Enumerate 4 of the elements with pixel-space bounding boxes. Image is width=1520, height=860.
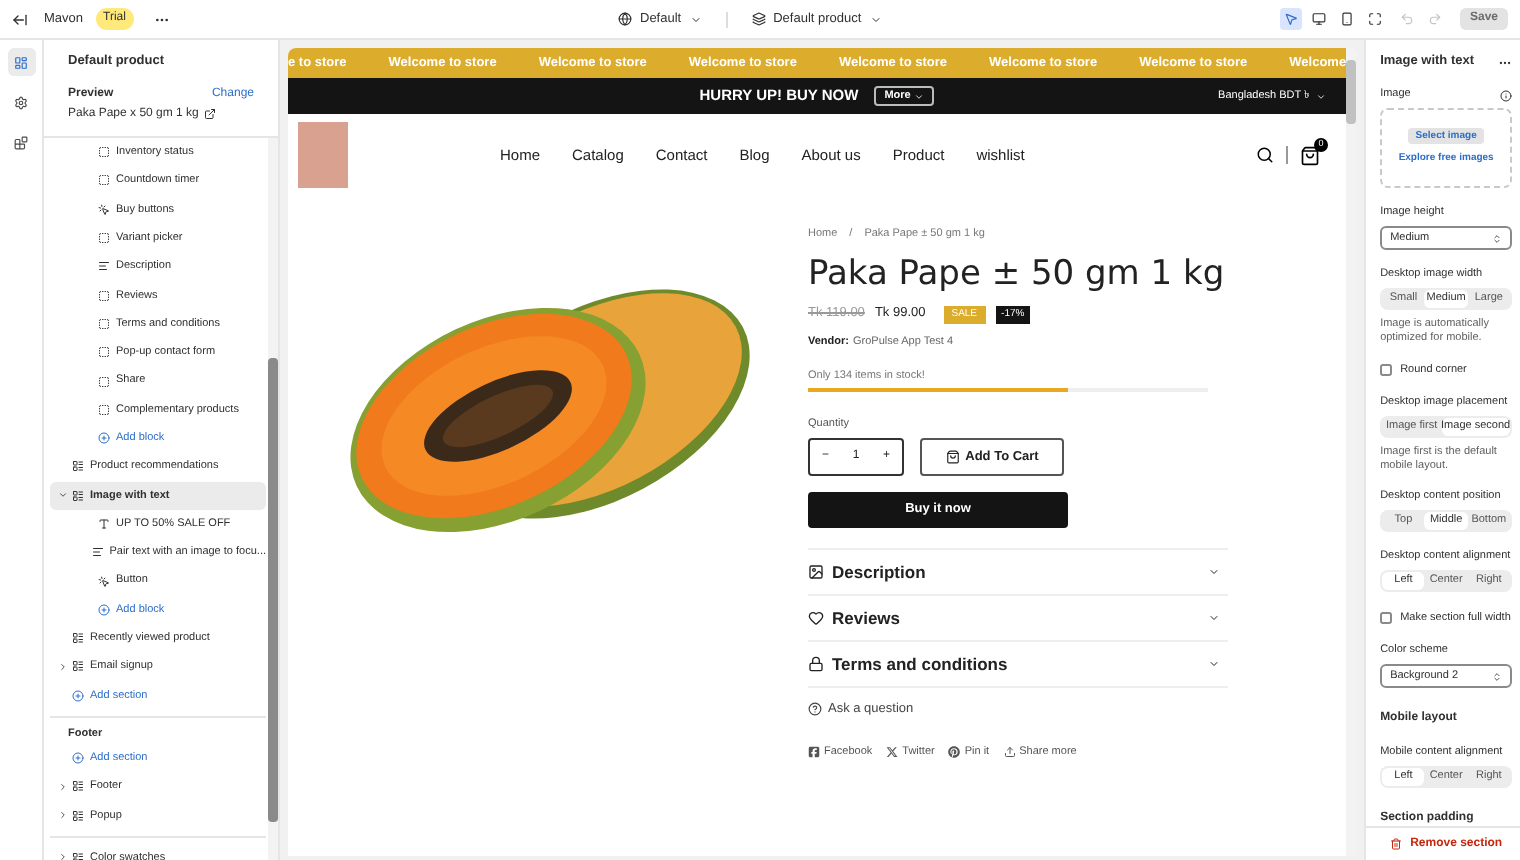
accordion-header[interactable]: Terms and conditions	[808, 642, 1228, 688]
product-title: Paka Pape ± 50 gm 1 kg	[808, 254, 1227, 295]
accordion-header[interactable]: Reviews	[808, 596, 1228, 642]
accordion-header[interactable]: Description	[808, 550, 1228, 596]
